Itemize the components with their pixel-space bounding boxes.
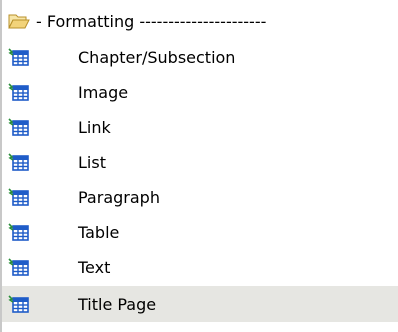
tree-item-selected[interactable]: Title Page: [2, 286, 398, 322]
tree-item[interactable]: Paragraph: [2, 181, 398, 213]
table-icon: [8, 118, 29, 136]
tree-item[interactable]: Image: [2, 76, 398, 108]
tree-item-label: Text: [78, 257, 111, 277]
tree-item-label: Title Page: [78, 294, 157, 314]
tree-item-label: Table: [78, 222, 120, 242]
tree-item[interactable]: Chapter/Subsection: [2, 41, 398, 73]
tree-item-label: Paragraph: [78, 187, 160, 207]
tree-group-label: - Formatting ----------------------: [36, 11, 267, 31]
tree-item[interactable]: Text: [2, 251, 398, 283]
table-icon: [8, 83, 29, 101]
table-icon: [8, 295, 29, 313]
tree-view: - Formatting ---------------------- Chap…: [0, 0, 398, 332]
folder-open-icon: [8, 14, 30, 29]
tree-group-formatting[interactable]: - Formatting ----------------------: [2, 4, 398, 38]
tree-item[interactable]: Link: [2, 111, 398, 143]
tree-item-label: List: [78, 152, 106, 172]
table-icon: [8, 258, 29, 276]
tree-item-label: Image: [78, 82, 129, 102]
tree-item[interactable]: Table: [2, 216, 398, 248]
table-icon: [8, 48, 29, 66]
table-icon: [8, 153, 29, 171]
tree-item-label: Chapter/Subsection: [78, 47, 236, 67]
table-icon: [8, 188, 29, 206]
tree-item-label: Link: [78, 117, 111, 137]
table-icon: [8, 223, 29, 241]
tree-item[interactable]: List: [2, 146, 398, 178]
